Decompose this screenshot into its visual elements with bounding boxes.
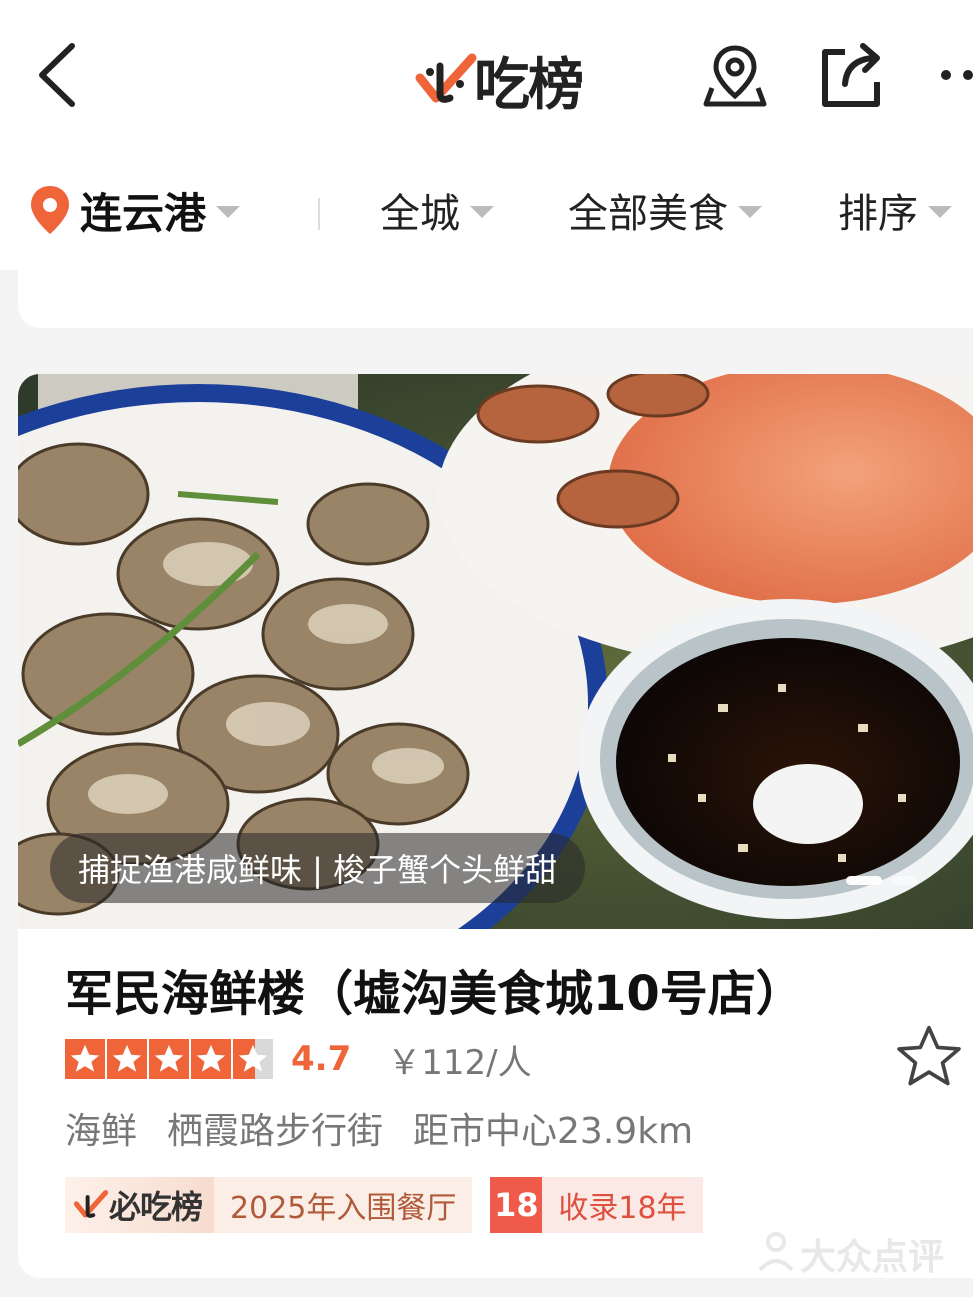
star-outline-icon [897,1025,961,1086]
restaurant-meta: 海鲜 栖霞路步行街 距市中心23.9km [65,1102,693,1154]
badge-row: 必吃榜 2025年入围餐厅 18 收录18年 [65,1177,703,1233]
photo-caption-text: 捕捉渔港咸鲜味 | 梭子蟹个头鲜甜 [78,851,558,889]
carousel-dot [892,876,918,885]
rating-score: 4.7 [291,1039,352,1079]
area-filter-label: 全城 [380,191,460,237]
previous-card[interactable] [18,250,973,328]
map-pin-icon [703,45,767,107]
years-listed-number: 18 [490,1177,543,1233]
bichibang-badge-logo: 必吃榜 [65,1177,215,1233]
location-pin-icon [31,186,69,234]
back-arrow-icon [39,43,75,107]
restaurant-card[interactable]: 捕捉渔港咸鲜味 | 梭子蟹个头鲜甜 军民海鲜楼（墟沟美食城10号店） 4.7 ￥… [18,374,973,1278]
share-button[interactable] [815,38,889,112]
sort-filter[interactable]: 排序 [838,180,952,240]
share-icon [822,43,880,107]
chevron-down-icon [216,206,241,218]
city-selector[interactable]: 连云港 [28,180,241,240]
restaurant-name[interactable]: 军民海鲜楼（墟沟美食城10号店） [65,954,804,1024]
carousel-dot-active [846,876,882,885]
chevron-down-icon [470,206,494,218]
price-per-person: ￥112/人 [387,1042,532,1083]
star-icon [107,1039,147,1079]
star-icon [191,1039,231,1079]
star-rating [65,1039,273,1079]
filter-divider [318,198,320,230]
category-label: 海鲜 [65,1111,138,1152]
category-filter-label: 全部美食 [568,191,728,237]
sort-filter-label: 排序 [838,191,918,237]
bichibang-badge-logo-text: 必吃榜 [109,1188,203,1226]
bichibang-badge-text: 2025年入围餐厅 [230,1191,457,1226]
half-star-icon [233,1039,273,1079]
category-filter[interactable]: 全部美食 [568,180,762,240]
dianping-watermark: 大众点评 [752,1228,944,1280]
watermark-text: 大众点评 [800,1237,945,1278]
map-button[interactable] [700,40,770,110]
street-label: 栖霞路步行街 [167,1111,384,1152]
carousel-indicator [846,876,918,885]
top-nav-bar: 吃榜 [0,0,973,150]
photo-caption: 捕捉渔港咸鲜味 | 梭子蟹个头鲜甜 [50,833,586,903]
years-listed-badge[interactable]: 18 收录18年 [490,1177,703,1233]
bichibang-logo: 吃榜 [414,40,584,120]
back-button[interactable] [30,38,90,113]
bichibang-badge[interactable]: 必吃榜 2025年入围餐厅 [65,1177,473,1233]
years-listed-text: 收录18年 [558,1191,687,1226]
brand-name: 吃榜 [474,52,584,118]
chevron-down-icon [738,206,762,218]
area-filter[interactable]: 全城 [380,180,494,240]
favorite-button[interactable] [892,1020,966,1094]
star-icon [65,1039,105,1079]
bichibang-mark-icon [415,53,477,103]
dianping-logo-icon [758,1232,794,1272]
bichibang-mark-icon [73,1190,109,1218]
chevron-down-icon [928,206,952,218]
more-button[interactable] [938,50,973,100]
city-label: 连云港 [80,188,207,238]
more-dots-icon [941,70,973,80]
rating-row: 4.7 ￥112/人 [65,1036,532,1083]
distance-label: 距市中心23.9km [413,1111,694,1152]
star-icon [149,1039,189,1079]
